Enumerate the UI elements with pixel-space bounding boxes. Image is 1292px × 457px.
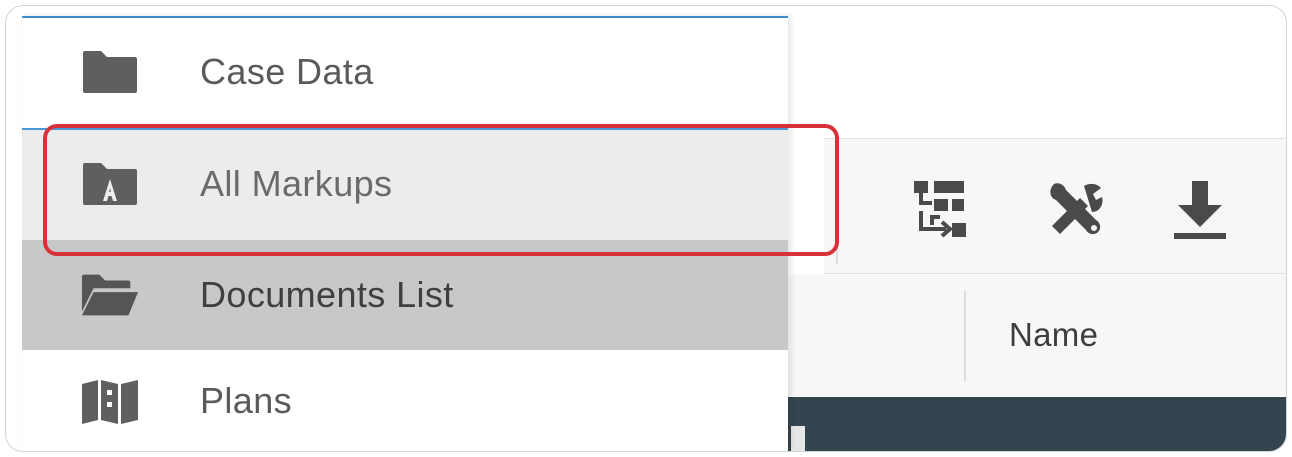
open-folder-icon [80,270,140,320]
markup-folder-icon [80,159,140,209]
workflow-icon [914,181,966,238]
column-divider[interactable] [964,291,966,381]
row-marker [791,426,805,451]
tools-button[interactable] [1046,178,1106,242]
menu-item-label: All Markups [200,163,393,204]
menu-item-top-border [22,128,788,130]
toolbar-divider [836,156,838,264]
menu-top-border [22,16,788,18]
download-button[interactable] [1170,178,1230,242]
menu-item-all-markups[interactable]: All Markups [22,128,788,240]
menu-item-documents-list[interactable]: Documents List [22,240,788,350]
navigation-menu: Case Data All Markups Documents List Pla… [22,16,788,451]
menu-item-plans[interactable]: Plans [22,350,788,451]
screenshot-frame: Name Case Data All Markups Documents Lis… [5,5,1287,452]
menu-item-label: Case Data [200,51,374,92]
menu-item-label: Documents List [200,274,454,315]
download-icon [1174,181,1226,239]
menu-item-case-data[interactable]: Case Data [22,20,788,124]
column-header-name[interactable]: Name [1009,316,1098,354]
table-row-selected[interactable] [786,397,1286,451]
folder-icon [80,47,140,97]
tools-icon [1050,183,1103,235]
menu-item-label: Plans [200,380,293,421]
workflow-button[interactable] [910,178,970,242]
map-icon [80,376,140,426]
